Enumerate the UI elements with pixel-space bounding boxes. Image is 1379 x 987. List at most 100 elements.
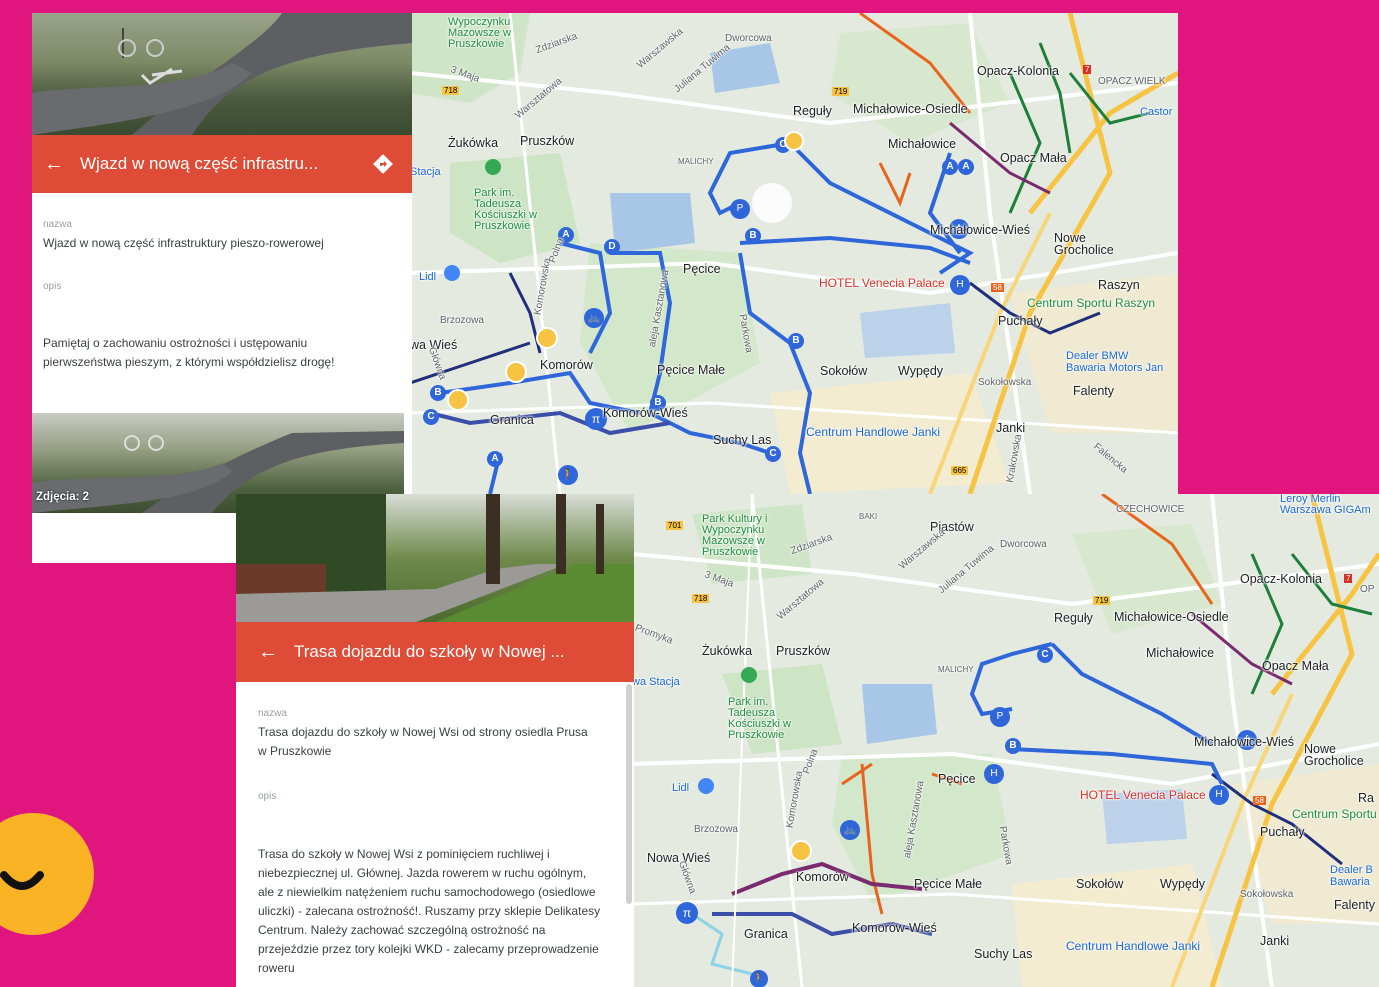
yellow-marker-icon[interactable]: [447, 389, 469, 411]
bench-icon[interactable]: π: [676, 902, 698, 924]
map-label-stacja: wa Stacja: [632, 676, 680, 688]
scrollbar[interactable]: [626, 684, 632, 904]
map-label-michalowice: Michałowice: [888, 137, 957, 151]
map-label-zukowka: Żukówka: [702, 644, 753, 658]
map-label-pecice: Pęcice: [683, 262, 721, 276]
map-label-zukowka: Żukówka: [448, 136, 499, 150]
road-719-badge: 719: [1093, 596, 1111, 605]
map-label-nowe-grocholice: Nowe Grocholice: [1304, 742, 1364, 768]
shop-icon[interactable]: [698, 778, 714, 794]
map-label-wypedy: Wypędy: [898, 364, 944, 378]
map-label-komorow-wies: Komorów-Wieś: [852, 921, 937, 935]
map-label-baki: BAKI: [859, 512, 878, 521]
map-label-op: OP: [1360, 584, 1375, 595]
map-label-michalowice-wies: Michałowice-Wieś: [930, 223, 1031, 237]
marker-c-icon[interactable]: C: [423, 409, 439, 425]
map-label-brzozowa: Brzozowa: [440, 315, 484, 326]
bottom-map[interactable]: C B ✝ P 🚲 π 🚶 H H CZECHOWICE Leroy Merli…: [632, 494, 1379, 987]
map-label-sokolow: Sokołów: [1076, 877, 1124, 891]
marker-a-icon[interactable]: A: [958, 159, 974, 175]
map-label-michalowice-osiedle: Michałowice-Osiedle: [1114, 610, 1229, 624]
map-label-sokolow: Sokołów: [820, 364, 868, 378]
map-label-raszyn: Raszyn: [1098, 278, 1140, 292]
map-label-hotel: HOTEL Venecia Palace: [1080, 788, 1206, 802]
bottom-card-header-photo: [236, 494, 634, 622]
map-label-puchaly: Puchały: [998, 314, 1043, 328]
bottom-info-card: ← Trasa dojazdu do szkoły w Nowej ... na…: [236, 494, 634, 987]
pedestrian-icon[interactable]: 🚶: [558, 465, 578, 485]
marker-b-icon[interactable]: B: [788, 333, 804, 349]
map-label-puchaly: Puchały: [1260, 825, 1305, 839]
road-7-badge: 7: [1083, 65, 1092, 74]
marker-a-icon[interactable]: A: [487, 451, 503, 467]
marker-a-icon[interactable]: A: [942, 159, 958, 175]
map-label-lidl: Lidl: [672, 782, 690, 794]
road-719-badge: 719: [832, 87, 850, 96]
yellow-marker-icon[interactable]: [536, 327, 558, 349]
yellow-marker-icon[interactable]: [784, 131, 804, 151]
bottom-card-title: Trasa dojazdu do szkoły w Nowej ...: [294, 642, 565, 661]
parking-icon[interactable]: P: [990, 707, 1010, 727]
bottom-card-header: ← Trasa dojazdu do szkoły w Nowej ...: [236, 622, 634, 682]
smile-icon: [0, 871, 44, 890]
marker-c-icon[interactable]: C: [765, 446, 781, 462]
marker-c-icon[interactable]: C: [1037, 647, 1053, 663]
map-label-centrum-handlowe: Centrum Handlowe Janki: [806, 425, 941, 439]
map-label-reguly: Reguły: [793, 104, 832, 118]
hotel-icon[interactable]: H: [984, 764, 1004, 784]
map-label-centrum-sportu: Centrum Sportu Raszyn: [1027, 296, 1156, 310]
map-label-centrum-handlowe: Centrum Handlowe Janki: [1066, 939, 1201, 953]
directions-icon[interactable]: [372, 153, 394, 175]
yellow-marker-icon[interactable]: [505, 361, 527, 383]
park-icon[interactable]: [741, 667, 757, 683]
road-58-badge: 58: [991, 283, 1004, 292]
park-path-photo: [236, 494, 634, 622]
pedestrian-icon[interactable]: 🚶: [750, 970, 768, 987]
map-label-falenty: Falenty: [1073, 384, 1114, 398]
map-label-pecice: Pęcice: [938, 772, 976, 786]
map-label-park-kultury: Park Kultury i Wypoczynku Mazowsze w Pru…: [702, 513, 768, 558]
top-card-title: Wjazd w nową część infrastru...: [80, 154, 319, 173]
map-label-opacz-mala: Opacz Mała: [1000, 151, 1067, 165]
map-label-pecice-male: Pęcice Małe: [914, 877, 983, 891]
marker-b-icon[interactable]: B: [745, 228, 761, 244]
map-label-sokolowska: Sokołowska: [978, 377, 1032, 388]
hotel-icon[interactable]: H: [950, 275, 970, 295]
map-label-komorow-wies: Komorów-Wieś: [603, 406, 688, 420]
map-label-leroy: Leroy Merlin Warszawa GIGAm: [1280, 494, 1371, 516]
road-718-badge: 718: [442, 86, 460, 95]
map-label-castor: Castor: [1140, 106, 1173, 118]
back-arrow-icon[interactable]: ←: [258, 641, 294, 664]
bicycle-icon[interactable]: 🚲: [584, 308, 604, 328]
marker-b-icon[interactable]: B: [1005, 738, 1021, 754]
map-label-malichy: MALICHY: [938, 665, 974, 674]
marker-b-icon[interactable]: B: [430, 385, 446, 401]
map-label-komorow: Komorów: [796, 870, 849, 884]
map-label-nowe-grocholice: Nowe Grocholice: [1054, 231, 1114, 257]
yellow-marker-icon[interactable]: [790, 840, 812, 862]
map-label-michalowice-osiedle: Michałowice-Osiedle: [853, 102, 968, 116]
road-58-badge: 58: [1253, 796, 1266, 805]
map-label-centrum-sportu: Centrum Sportu: [1292, 807, 1377, 821]
map-label-granica: Granica: [490, 413, 534, 427]
map-label-reguly: Reguły: [1054, 611, 1093, 625]
marker-d-icon[interactable]: D: [604, 239, 620, 255]
map-label-komorow: Komorów: [540, 358, 593, 372]
shop-icon[interactable]: [444, 265, 460, 281]
top-info-card: ← Wjazd w nową część infrastru... nazwa …: [32, 13, 412, 563]
road-665-badge: 665: [951, 466, 969, 475]
parking-icon[interactable]: P: [730, 199, 750, 219]
road-701-badge: 701: [666, 521, 684, 530]
park-icon[interactable]: [485, 159, 501, 175]
hotel-icon[interactable]: H: [1209, 785, 1229, 805]
bicycle-icon[interactable]: 🚲: [840, 820, 860, 840]
map-label-park: Wypoczynku Mazowsze w Pruszkowie: [448, 16, 511, 50]
map-label-park-kosciuszki: Park im. Tadeusza Kościuszki w Pruszkowi…: [474, 187, 537, 232]
map-label-opacz-kolonia: Opacz-Kolonia: [977, 64, 1059, 78]
map-label-dealer-bmw: Dealer BMW Bawaria Motors Jan: [1066, 350, 1164, 374]
back-arrow-icon[interactable]: ←: [44, 153, 80, 176]
map-label-granica: Granica: [744, 927, 788, 941]
map-label-dworcowa: Dworcowa: [1000, 539, 1047, 550]
map-label-park-kosciuszki: Park im. Tadeusza Kościuszki w Pruszkowi…: [728, 696, 791, 741]
top-map[interactable]: C A A B A D B B C B C A 🚲 🚶 π ✝ P H Wypo…: [410, 13, 1178, 494]
